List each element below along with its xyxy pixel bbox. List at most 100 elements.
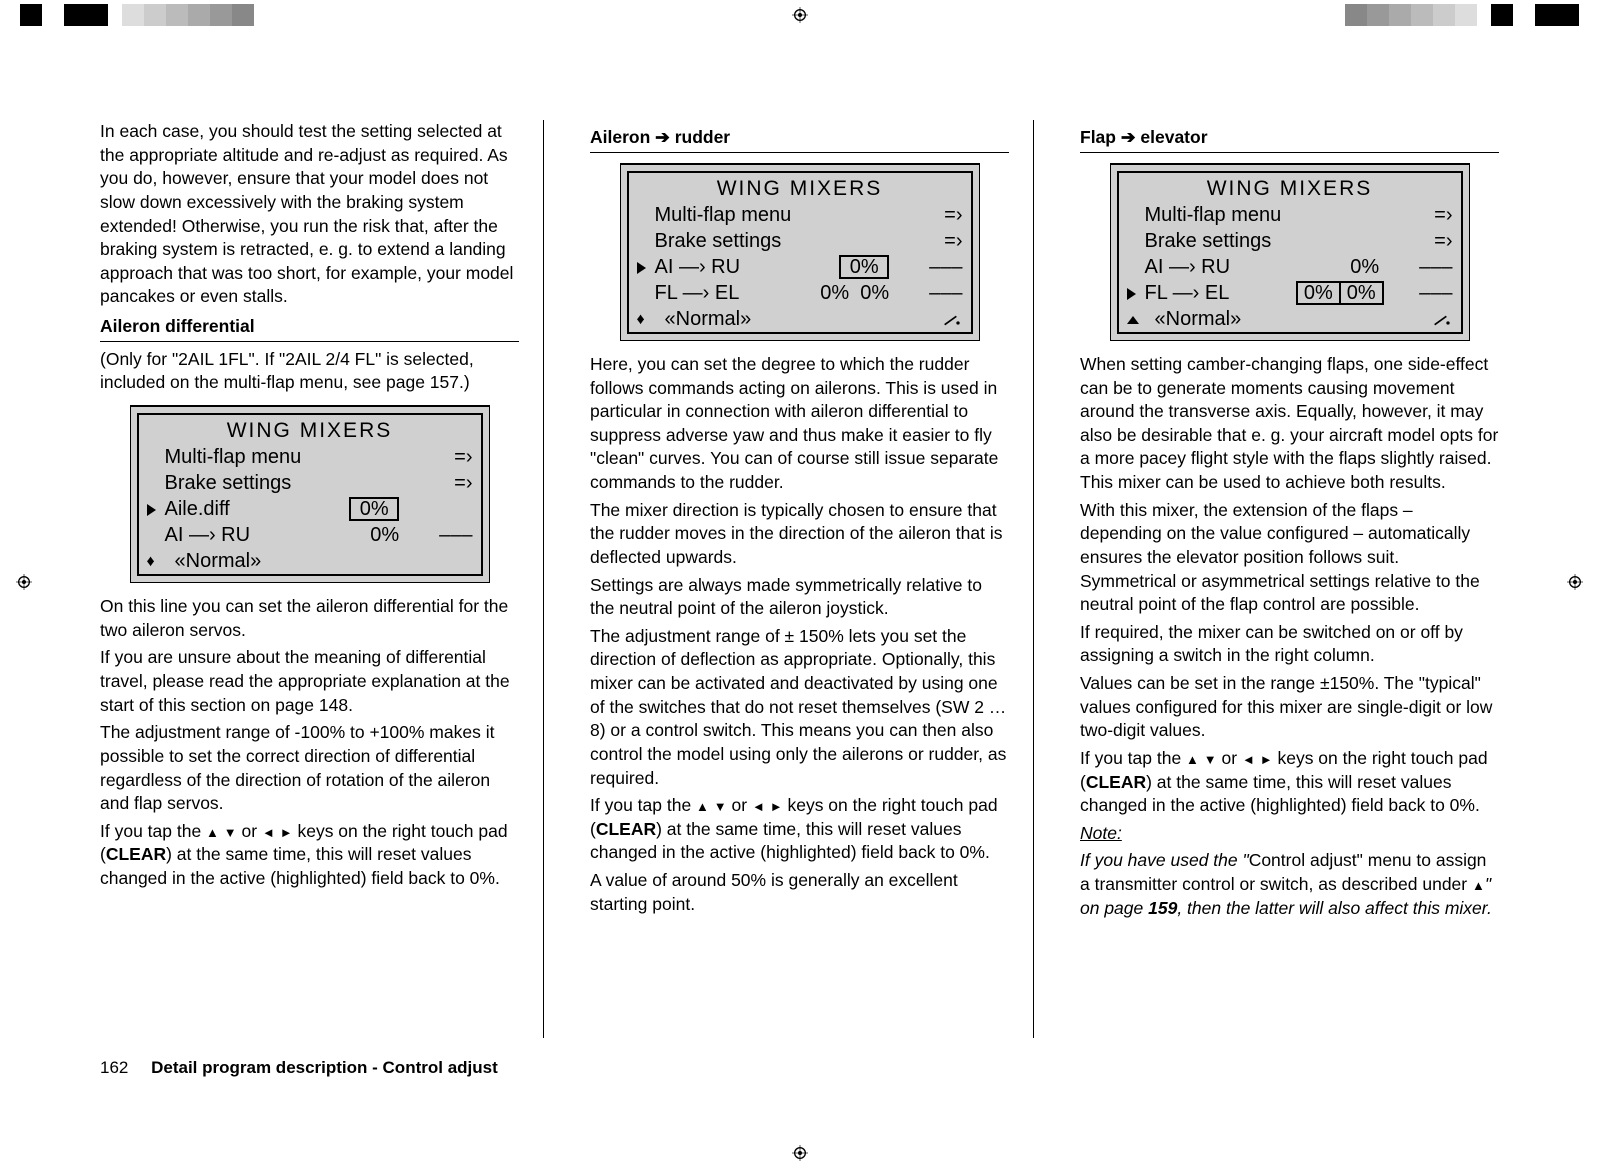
phase-label: «Normal»	[1145, 306, 1311, 332]
value: 0%	[820, 282, 849, 304]
phase-label: «Normal»	[165, 548, 331, 574]
cursor-icon	[147, 504, 156, 516]
column-3: Flap ➔ elevator WING MIXERS Multi-flap m…	[1080, 120, 1499, 1038]
page-footer: 162 Detail program description - Control…	[100, 1058, 498, 1078]
registration-mark-icon	[792, 7, 808, 23]
screen-title: WING MIXERS	[629, 173, 971, 202]
right-key-icon: ►	[280, 825, 293, 840]
body-text: With this mixer, the extension of the fl…	[1080, 499, 1499, 617]
left-key-icon: ◄	[752, 799, 765, 814]
value-boxed: 0%	[1339, 281, 1384, 305]
cursor-icon	[637, 262, 646, 274]
gray-squares-left	[122, 4, 254, 26]
lcd-screen-aileron-rudder: WING MIXERS Multi-flap menu=› Brake sett…	[620, 163, 980, 341]
value: –––	[399, 522, 472, 548]
color-squares-right	[1491, 4, 1579, 26]
go-arrow: =›	[923, 202, 963, 228]
body-text: The adjustment range of ± 150% lets you …	[590, 625, 1009, 790]
go-arrow: =›	[433, 444, 473, 470]
body-text: If you tap the ▲ ▼ or ◄ ► keys on the ri…	[590, 794, 1009, 865]
registration-mark-icon	[792, 1145, 808, 1161]
value: 0%	[1306, 254, 1379, 280]
note-text: If you have used the "Control adjust" me…	[1080, 849, 1499, 920]
go-arrow: =›	[923, 228, 963, 254]
body-text: The adjustment range of -100% to +100% m…	[100, 721, 519, 816]
right-key-icon: ►	[1260, 752, 1273, 767]
value: 0%	[326, 522, 399, 548]
value: –––	[889, 280, 962, 306]
body-text: If you tap the ▲ ▼ or ◄ ► keys on the ri…	[1080, 747, 1499, 818]
updown-icon: ♦	[147, 554, 155, 570]
body-text: If required, the mixer can be switched o…	[1080, 621, 1499, 668]
down-key-icon: ▼	[224, 825, 237, 840]
down-key-icon: ▼	[714, 799, 727, 814]
menu-item: AI —› RU	[165, 522, 326, 548]
page-number: 162	[100, 1058, 128, 1078]
body-text: If you are unsure about the meaning of d…	[100, 646, 519, 717]
go-arrow: =›	[1413, 202, 1453, 228]
body-text: On this line you can set the aileron dif…	[100, 595, 519, 642]
footer-title: Detail program description - Control adj…	[151, 1058, 498, 1077]
cursor-icon	[1127, 288, 1136, 300]
left-key-icon: ◄	[262, 825, 275, 840]
up-icon	[1127, 316, 1139, 324]
arrow-right-icon: ➔	[1121, 127, 1136, 147]
body-text: A value of around 50% is generally an ex…	[590, 869, 1009, 916]
go-arrow: =›	[1413, 228, 1453, 254]
menu-item: Multi-flap menu	[165, 444, 433, 470]
value: 0%	[860, 282, 889, 304]
screen-title: WING MIXERS	[139, 415, 481, 444]
body-text: Settings are always made symmetrically r…	[590, 574, 1009, 621]
menu-item: Aile.diff	[165, 496, 326, 522]
body-text: Values can be set in the range ±150%. Th…	[1080, 672, 1499, 743]
body-text: When setting camber-changing flaps, one …	[1080, 353, 1499, 495]
body-text: In each case, you should test the settin…	[100, 120, 519, 309]
value: –––	[1384, 280, 1453, 306]
left-key-icon: ◄	[1242, 752, 1255, 767]
gray-squares-right	[1345, 4, 1477, 26]
menu-item: FL —› EL	[1145, 280, 1296, 306]
menu-item: AI —› RU	[655, 254, 816, 280]
value: –––	[1379, 254, 1452, 280]
top-registration-bar	[0, 0, 1599, 30]
page-content: In each case, you should test the settin…	[100, 120, 1499, 1038]
up-key-icon: ▲	[206, 825, 219, 840]
value-boxed: 0%	[839, 255, 889, 279]
switch-icon	[1433, 313, 1453, 326]
down-key-icon: ▼	[1204, 752, 1217, 767]
value: –––	[889, 254, 962, 280]
column-2: Aileron ➔ rudder WING MIXERS Multi-flap …	[590, 120, 1034, 1038]
up-key-icon: ▲	[696, 799, 709, 814]
go-arrow: =›	[433, 470, 473, 496]
screen-title: WING MIXERS	[1119, 173, 1461, 202]
body-text: Here, you can set the degree to which th…	[590, 353, 1009, 495]
subheading-aileron-differential: Aileron differential	[100, 315, 519, 342]
right-key-icon: ►	[770, 799, 783, 814]
body-text: (Only for "2AIL 1FL". If "2AIL 2/4 FL" i…	[100, 348, 519, 395]
phase-label: «Normal»	[655, 306, 821, 332]
menu-item: Multi-flap menu	[655, 202, 923, 228]
updown-icon: ♦	[637, 312, 645, 328]
subheading-aileron-rudder: Aileron ➔ rudder	[590, 126, 1009, 153]
up-key-icon: ▲	[1186, 752, 1199, 767]
menu-item: Multi-flap menu	[1145, 202, 1413, 228]
color-squares-left	[20, 4, 108, 26]
body-text: If you tap the ▲ ▼ or ◄ ► keys on the ri…	[100, 820, 519, 891]
menu-item: Brake settings	[655, 228, 923, 254]
value-boxed: 0%	[349, 497, 399, 521]
menu-item: Brake settings	[165, 470, 433, 496]
lcd-screen-aileron-diff: WING MIXERS Multi-flap menu=› Brake sett…	[130, 405, 490, 583]
arrow-right-icon: ➔	[655, 127, 670, 147]
switch-icon	[943, 313, 963, 326]
subheading-flap-elevator: Flap ➔ elevator	[1080, 126, 1499, 153]
note-heading: Note:	[1080, 822, 1499, 846]
column-1: In each case, you should test the settin…	[100, 120, 544, 1038]
registration-mark-icon	[1567, 574, 1583, 590]
bottom-registration-bar	[0, 1138, 1599, 1168]
menu-item: Brake settings	[1145, 228, 1413, 254]
menu-item: AI —› RU	[1145, 254, 1306, 280]
body-text: The mixer direction is typically chosen …	[590, 499, 1009, 570]
up-key-icon: ▲	[1472, 878, 1485, 893]
registration-mark-icon	[16, 574, 32, 590]
menu-item: FL —› EL	[655, 280, 816, 306]
